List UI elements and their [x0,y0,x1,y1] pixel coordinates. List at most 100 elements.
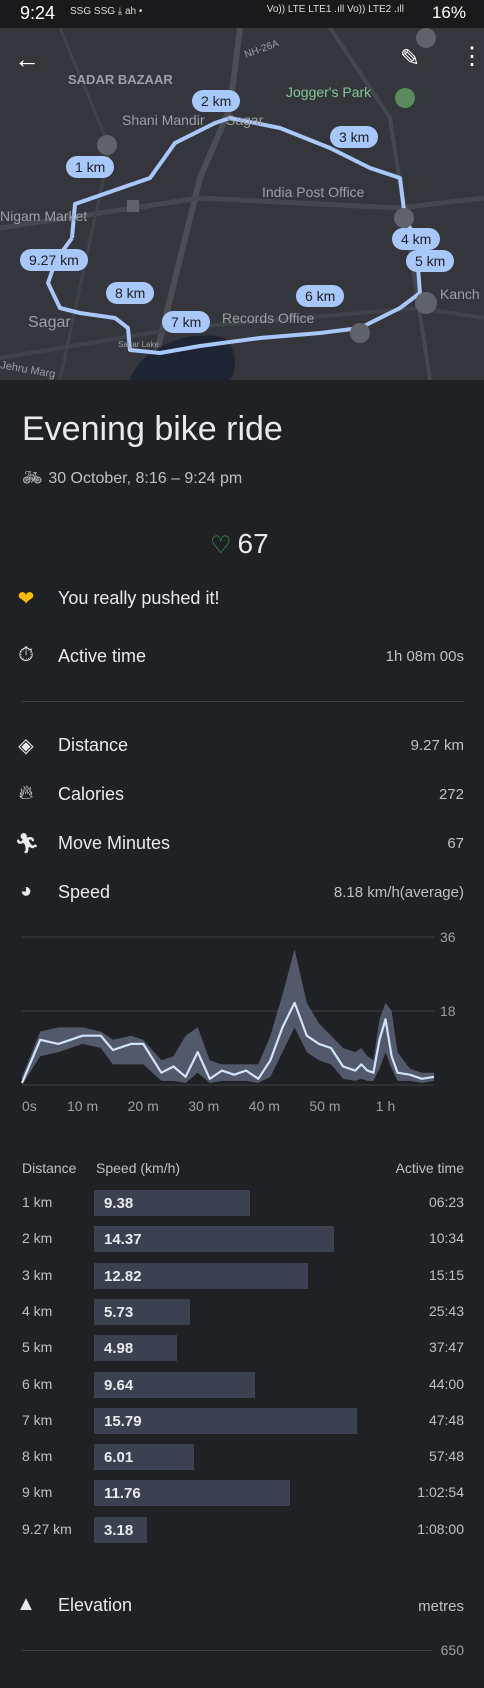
split-distance: 9.27 km [22,1520,72,1537]
km-marker: 5 km [406,250,455,272]
split-speed: 15.79 [104,1412,142,1430]
x-tick-label: 0s [22,1098,37,1114]
elevation-gridline [22,1650,432,1651]
split-distance: 8 km [22,1448,53,1465]
active-time-label: Active time [58,646,147,666]
map-label: Shani Mandir [122,112,205,128]
split-time: 37:47 [428,1339,464,1356]
elevation-unit: metres [418,1598,464,1615]
active-time-value: 1h 08m 00s [385,648,464,665]
signal-indicators: Vo)) LTE LTE1 .ıll Vo)) LTE2 .ıll [266,4,404,15]
speed-chart: 36 18 0s 10 m 20 m 30 m 40 m 50 m 1 h [20,929,456,1114]
move-minutes-label: Move Minutes [58,833,171,853]
split-distance: 2 km [22,1230,53,1247]
x-tick-label: 20 m [128,1098,159,1114]
bike-icon: 🚲︎ [22,470,43,487]
activity-title: Evening bike ride [22,410,283,448]
timer-icon: ⏱ [18,644,34,666]
split-distance: 9 km [22,1484,53,1501]
heart-points-summary: ♡ 67 [210,528,269,560]
splits-header-distance: Distance [22,1160,77,1176]
split-speed: 14.37 [104,1231,142,1249]
split-row: 7 km 15.79 47:48 [0,1406,484,1436]
x-tick-label: 50 m [309,1098,340,1114]
message-row: ❤ You really pushed it! [0,584,484,614]
split-distance: 1 km [22,1194,53,1210]
split-time: 1:08:00 [417,1520,464,1537]
speed-label: Speed [58,882,111,902]
km-marker: 4 km [392,228,441,250]
km-marker: 7 km [162,311,211,333]
km-marker: 6 km [296,285,345,307]
split-row: 4 km 5.73 25:43 [0,1297,484,1327]
split-speed: 9.64 [104,1376,134,1394]
map-label: Jogger's Park [286,84,372,100]
km-marker: 1 km [66,156,115,178]
split-time: 06:23 [428,1194,464,1210]
distance-icon: ◈ [18,735,34,757]
x-tick-label: 30 m [188,1098,219,1114]
split-speed: 6.01 [104,1449,134,1467]
map-label: Records Office [222,310,315,326]
google-fit-heart-icon: ❤ [17,588,35,610]
map-label: Sagar Lake [118,340,159,349]
message-text: You really pushed it! [58,588,220,608]
x-tick-label: 1 h [376,1098,395,1114]
distance-value: 9.27 km [410,737,464,754]
activity-date-text: 30 October, 8:16 – 9:24 pm [48,470,243,487]
y-tick-label: 18 [440,1003,456,1019]
split-time: 47:48 [428,1411,464,1428]
split-row: 3 km 12.82 15:15 [0,1261,484,1291]
move-minutes-value: 67 [447,835,464,852]
split-time: 1:02:54 [417,1484,464,1501]
split-distance: 4 km [22,1302,53,1319]
calories-value: 272 [438,786,464,803]
status-bar: 9:24 SSG SSG ⤓ ah • Vo)) LTE LTE1 .ıll V… [0,0,484,28]
y-tick-label: 36 [440,929,456,945]
route-map[interactable]: SADAR BAZAAR Shani Mandir Sagar Jogger's… [0,28,484,380]
split-row: 5 km 4.98 37:47 [0,1333,484,1363]
arrow-left-icon[interactable]: ← [14,44,40,75]
speedometer-icon: ◕ [19,880,33,902]
speed-range-band [22,949,434,1085]
pencil-icon[interactable]: ✎ [400,44,420,73]
split-time: 25:43 [428,1302,464,1319]
split-row: 8 km 6.01 57:48 [0,1442,484,1472]
splits-header-speed: Speed (km/h) [96,1160,181,1176]
split-speed: 11.76 [104,1485,141,1503]
speed-value: 8.18 km/h(average) [333,884,464,901]
split-row: 2 km 14.37 10:34 [0,1224,484,1254]
map-label: Kanch [440,286,480,302]
km-marker: 3 km [330,126,379,148]
heart-points-icon: ♡ [210,532,232,559]
heart-points-value: 67 [237,528,269,559]
status-time: 9:24 [20,3,56,23]
activity-date: 🚲︎ 30 October, 8:16 – 9:24 pm [22,468,242,488]
x-tick-label: 40 m [249,1098,280,1114]
battery-level: 16% [431,3,466,22]
elevation-label: Elevation [58,1595,133,1615]
map-label: Sagar [28,314,71,331]
elevation-tick-label: 650 [440,1642,464,1658]
more-vert-icon[interactable]: ⋮ [460,42,484,71]
map-label: India Post Office [262,184,365,200]
splits-header-time: Active time [395,1160,464,1176]
km-marker: 2 km [192,90,241,112]
divider [22,701,464,702]
split-speed: 5.73 [104,1303,134,1321]
split-time: 10:34 [428,1230,464,1247]
flame-icon: 🔥︎ [18,782,34,804]
mountain-icon: ▲ [16,1593,36,1615]
split-distance: 7 km [22,1411,53,1428]
split-row: 9.27 km 3.18 1:08:00 [0,1515,484,1545]
split-speed: 12.82 [104,1267,142,1285]
calories-label: Calories [58,784,125,804]
split-time: 57:48 [428,1448,464,1465]
x-tick-label: 10 m [67,1098,98,1114]
split-row: 6 km 9.64 44:00 [0,1370,484,1400]
km-marker: 8 km [106,282,155,304]
speed-row: ◕ Speed 8.18 km/h(average) [0,878,484,908]
distance-row: ◈ Distance 9.27 km [0,731,484,761]
split-row: 9 km 11.76 1:02:54 [0,1478,484,1508]
split-distance: 3 km [22,1266,53,1283]
